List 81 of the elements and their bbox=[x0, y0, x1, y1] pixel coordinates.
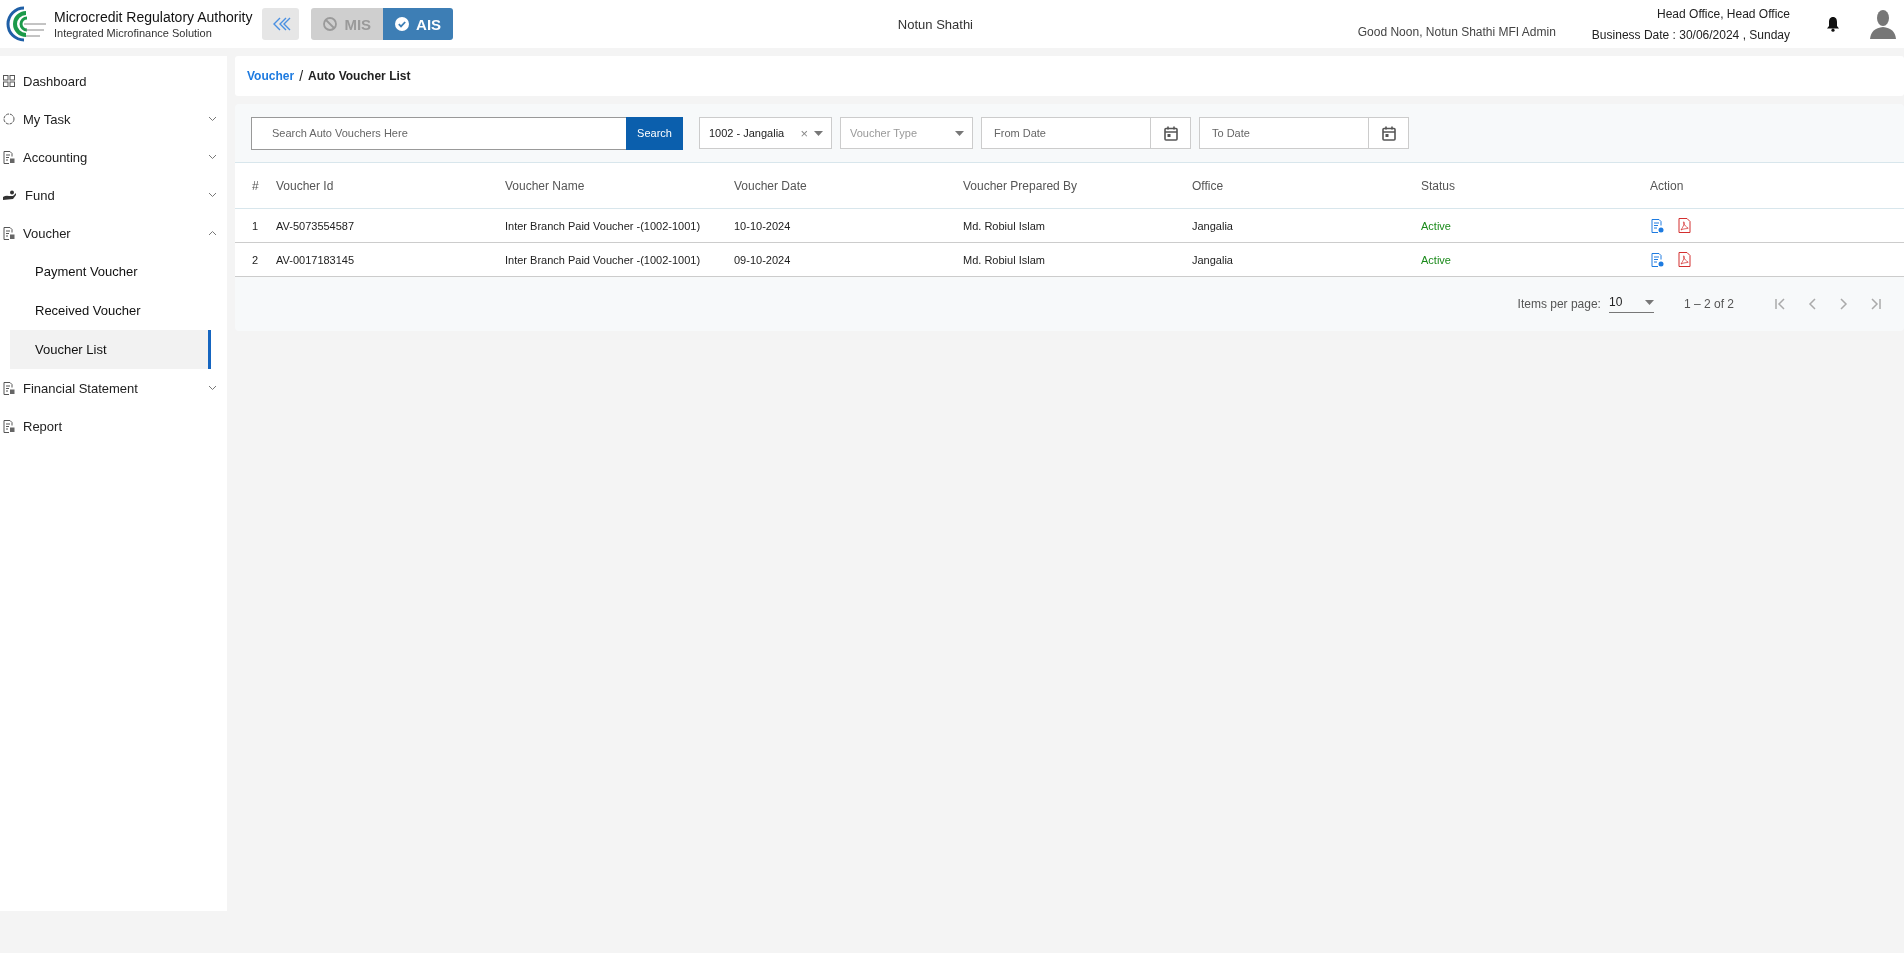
table-cell: Jangalia bbox=[1192, 242, 1421, 277]
chevron-down-icon bbox=[208, 385, 217, 391]
table-cell: Md. Robiul Islam bbox=[963, 208, 1192, 243]
grid-icon bbox=[3, 75, 15, 87]
sidebar-item[interactable]: Financial Statement bbox=[0, 369, 227, 407]
sidebar-subitem[interactable]: Voucher List bbox=[10, 330, 211, 369]
document-icon bbox=[3, 381, 15, 395]
check-circle-icon bbox=[395, 17, 410, 31]
chevron-down-icon bbox=[208, 116, 217, 122]
organization-title: Notun Shathi bbox=[896, 16, 974, 32]
collapse-sidebar-button[interactable] bbox=[262, 8, 300, 40]
search-field[interactable]: Search Auto Vouchers Here bbox=[251, 116, 626, 150]
table-cell: 1 bbox=[235, 208, 276, 243]
chevron-down-icon bbox=[208, 154, 217, 160]
table-cell: 09-10-2024 bbox=[734, 242, 963, 277]
document-icon bbox=[3, 226, 15, 240]
sidebar-item[interactable]: Report bbox=[0, 407, 227, 445]
sidebar-item[interactable]: Fund bbox=[0, 176, 227, 214]
greeting-text: Good Noon, Notun Shathi MFI Admin bbox=[1357, 25, 1556, 39]
column-header: Voucher Id bbox=[276, 162, 505, 209]
view-document-icon[interactable] bbox=[1651, 252, 1664, 267]
caret-icon bbox=[1644, 299, 1654, 305]
chevron-up-icon bbox=[208, 230, 217, 236]
hand-icon bbox=[3, 189, 17, 201]
search-button[interactable]: Search bbox=[626, 116, 683, 150]
business-date: Business Date : 30/06/2024 , Sunday bbox=[1591, 27, 1790, 42]
items-per-page-select[interactable]: 10 bbox=[1608, 295, 1654, 313]
blocked-icon bbox=[323, 17, 338, 31]
breadcrumb-link[interactable]: Voucher bbox=[247, 69, 295, 83]
sidebar-item[interactable]: Dashboard bbox=[0, 62, 227, 100]
sidebar-subitem[interactable]: Received Voucher bbox=[10, 291, 211, 330]
table-cell: AV-0017183145 bbox=[276, 242, 505, 277]
organization-name: Microcredit Regulatory Authority bbox=[54, 9, 253, 25]
table-cell: Inter Branch Paid Voucher -(1002-1001) bbox=[505, 242, 734, 277]
breadcrumb-current: Auto Voucher List bbox=[308, 69, 411, 83]
logo bbox=[4, 4, 48, 44]
table-cell: Inter Branch Paid Voucher -(1002-1001) bbox=[505, 208, 734, 243]
column-header: # bbox=[235, 162, 276, 209]
next-page-icon bbox=[1840, 298, 1848, 310]
column-header: Voucher Date bbox=[734, 162, 963, 209]
column-header: Voucher Name bbox=[505, 162, 734, 209]
table-cell: Active bbox=[1421, 242, 1650, 277]
to-date-field[interactable]: To Date bbox=[1199, 117, 1409, 149]
calendar-icon bbox=[1163, 125, 1178, 141]
notification-bell-icon[interactable] bbox=[1826, 16, 1840, 32]
circle-icon bbox=[3, 113, 15, 125]
last-page-icon bbox=[1870, 298, 1882, 310]
first-page-icon bbox=[1774, 298, 1786, 310]
pdf-icon[interactable] bbox=[1678, 252, 1691, 267]
user-avatar-icon[interactable] bbox=[1870, 9, 1896, 39]
sidebar-item[interactable]: Voucher bbox=[0, 214, 227, 252]
table-cell: Active bbox=[1421, 208, 1650, 243]
office-select[interactable]: 1002 - Jangalia × bbox=[699, 117, 832, 149]
pdf-icon[interactable] bbox=[1678, 218, 1691, 233]
column-header: Voucher Prepared By bbox=[963, 162, 1192, 209]
items-per-page-label: Items per page: bbox=[1517, 297, 1601, 311]
sidebar-item[interactable]: Accounting bbox=[0, 138, 227, 176]
breadcrumb-separator: / bbox=[299, 68, 303, 84]
column-header: Status bbox=[1421, 162, 1650, 209]
mode-toggle[interactable]: AIS bbox=[383, 8, 454, 40]
calendar-icon bbox=[1381, 125, 1396, 141]
table-cell: 10-10-2024 bbox=[734, 208, 963, 243]
sidebar-subitem[interactable]: Payment Voucher bbox=[10, 252, 211, 291]
previous-page-icon bbox=[1808, 298, 1816, 310]
sidebar-item[interactable]: My Task bbox=[0, 100, 227, 138]
office-name: Head Office, Head Office bbox=[1657, 6, 1790, 21]
view-document-icon[interactable] bbox=[1651, 218, 1664, 233]
from-date-field[interactable]: From Date bbox=[981, 117, 1191, 149]
table-cell: AV-5073554587 bbox=[276, 208, 505, 243]
caret-icon bbox=[814, 130, 823, 136]
document-icon bbox=[3, 419, 15, 433]
table-cell: Md. Robiul Islam bbox=[963, 242, 1192, 277]
column-header: Action bbox=[1650, 162, 1904, 209]
caret-icon bbox=[955, 130, 964, 136]
table-cell: 2 bbox=[235, 242, 276, 277]
page-range: 1 – 2 of 2 bbox=[1683, 297, 1734, 311]
column-header: Office bbox=[1192, 162, 1421, 209]
document-icon bbox=[3, 150, 15, 164]
chevron-down-icon bbox=[208, 192, 217, 198]
table-cell: Jangalia bbox=[1192, 208, 1421, 243]
organization-subtitle: Integrated Microfinance Solution bbox=[54, 27, 213, 39]
